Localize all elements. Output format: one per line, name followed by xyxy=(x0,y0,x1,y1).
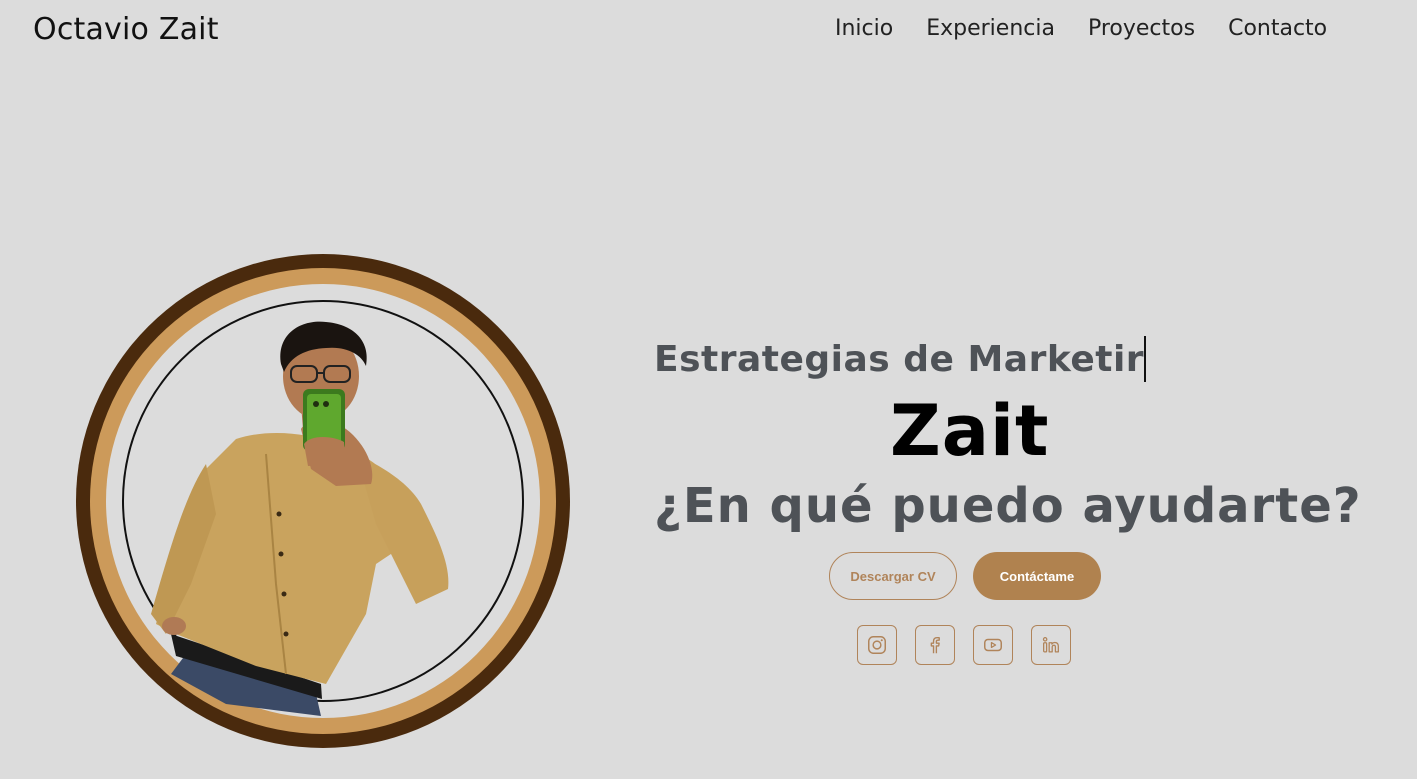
linkedin-link[interactable] xyxy=(1031,625,1071,665)
nav-item-contacto[interactable]: Contacto xyxy=(1228,16,1327,41)
typed-tagline: Estrategias de Marketir xyxy=(654,336,1147,382)
youtube-link[interactable] xyxy=(973,625,1013,665)
hero-question: ¿En qué puedo ayudarte? xyxy=(654,478,1362,534)
facebook-icon xyxy=(930,636,940,654)
nav-item-inicio[interactable]: Inicio xyxy=(835,16,893,41)
brand-logo[interactable]: Octavio Zait xyxy=(33,12,219,47)
linkedin-icon xyxy=(1042,637,1059,653)
profile-photo xyxy=(151,321,449,716)
contact-button[interactable]: Contáctame xyxy=(973,552,1101,600)
nav-item-experiencia[interactable]: Experiencia xyxy=(926,16,1055,41)
text-caret xyxy=(1144,336,1147,382)
facebook-link[interactable] xyxy=(915,625,955,665)
nav-item-proyectos[interactable]: Proyectos xyxy=(1088,16,1195,41)
instagram-link[interactable] xyxy=(857,625,897,665)
hero-name: Zait xyxy=(890,390,1050,472)
youtube-icon xyxy=(984,638,1002,652)
typed-tagline-text: Estrategias de Marketir xyxy=(654,338,1145,380)
main-nav: Inicio Experiencia Proyectos Contacto xyxy=(835,16,1327,41)
instagram-icon xyxy=(868,636,886,654)
download-cv-button[interactable]: Descargar CV xyxy=(829,552,957,600)
profile-portrait xyxy=(76,254,570,748)
